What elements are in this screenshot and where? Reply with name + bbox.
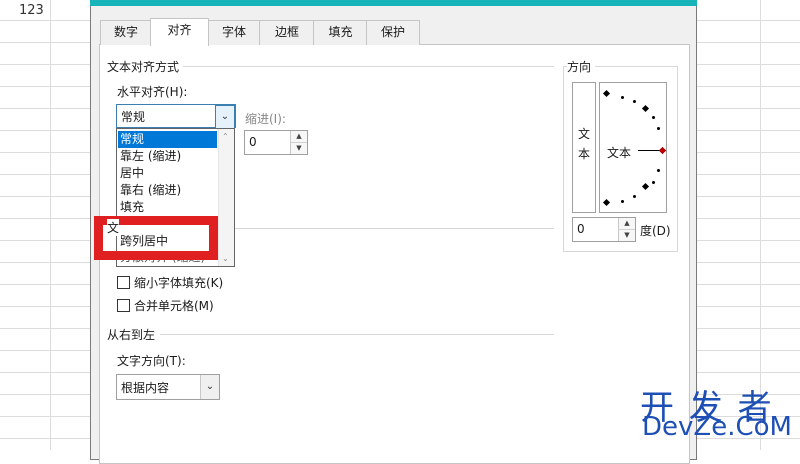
- dropdown-option-left-indent[interactable]: 靠左 (缩进): [118, 148, 217, 165]
- chevron-down-icon[interactable]: ⌄: [200, 375, 219, 399]
- merge-cells-checkbox[interactable]: [117, 299, 130, 312]
- scroll-up-icon[interactable]: ⌃: [222, 132, 229, 141]
- indent-spinner[interactable]: 0 ▲ ▼: [244, 130, 308, 155]
- shrink-to-fit-label: 缩小字体填充(K): [134, 276, 224, 290]
- chevron-down-icon[interactable]: ⌄: [215, 105, 235, 129]
- dialog-title-strip: [90, 0, 697, 6]
- horizontal-align-combo[interactable]: 常规 ⌄: [116, 104, 236, 129]
- degrees-label: 度(D): [640, 224, 671, 238]
- indent-label: 缩进(I):: [245, 112, 286, 126]
- indent-value: 0: [249, 135, 257, 149]
- degrees-value: 0: [577, 222, 585, 236]
- tab-font[interactable]: 字体: [207, 20, 261, 45]
- vertical-text-button[interactable]: 文 本: [572, 82, 596, 213]
- degrees-spinner[interactable]: 0 ▲ ▼: [572, 217, 636, 242]
- text-direction-label: 文字方向(T):: [117, 354, 186, 368]
- tab-protection[interactable]: 保护: [366, 20, 420, 45]
- dial-text: 文本: [607, 146, 632, 160]
- dial-marker: [602, 89, 611, 98]
- cell-value[interactable]: 123: [19, 3, 44, 18]
- group-divider: [182, 66, 554, 67]
- dial-marker: [641, 182, 650, 191]
- tab-alignment[interactable]: 对齐: [150, 18, 209, 46]
- horizontal-align-label: 水平对齐(H):: [117, 85, 188, 99]
- rtl-group-title: 从右到左: [107, 326, 160, 343]
- group-divider: [235, 228, 554, 229]
- tab-number[interactable]: 数字: [100, 20, 152, 45]
- spin-down-icon[interactable]: ▼: [290, 143, 307, 154]
- dropdown-option-fill[interactable]: 填充: [118, 199, 217, 216]
- dropdown-option-center[interactable]: 居中: [118, 165, 217, 182]
- merge-cells-label: 合并单元格(M): [134, 299, 214, 313]
- text-direction-combo[interactable]: 根据内容 ⌄: [116, 374, 220, 400]
- dropdown-option-general[interactable]: 常规: [118, 131, 217, 148]
- text-direction-value: 根据内容: [121, 381, 170, 395]
- dial-pointer-handle[interactable]: [658, 146, 667, 155]
- scroll-down-icon[interactable]: ⌄: [222, 254, 229, 263]
- group-divider: [160, 334, 554, 335]
- spin-up-icon[interactable]: ▲: [618, 218, 635, 230]
- shrink-to-fit-checkbox[interactable]: [117, 276, 130, 289]
- orientation-group-title: 方向: [567, 58, 596, 75]
- text-alignment-group-title: 文本对齐方式: [107, 58, 184, 75]
- orientation-dial[interactable]: 文本: [599, 82, 667, 213]
- dial-marker: [641, 104, 650, 113]
- horizontal-align-value: 常规: [121, 110, 146, 124]
- vertical-text-char: 本: [577, 147, 590, 161]
- watermark-latin: DevZe.CoM: [642, 412, 792, 442]
- dropdown-option-right-indent[interactable]: 靠右 (缩进): [118, 182, 217, 199]
- spin-down-icon[interactable]: ▼: [618, 230, 635, 241]
- text-control-group-title: 文: [107, 219, 120, 236]
- spin-up-icon[interactable]: ▲: [290, 131, 307, 143]
- dropdown-scrollbar[interactable]: ⌃ ⌄: [218, 129, 234, 266]
- tab-fill[interactable]: 填充: [313, 20, 368, 45]
- vertical-text-char: 文: [577, 127, 590, 141]
- dial-marker: [602, 198, 611, 207]
- tab-border[interactable]: 边框: [259, 20, 315, 45]
